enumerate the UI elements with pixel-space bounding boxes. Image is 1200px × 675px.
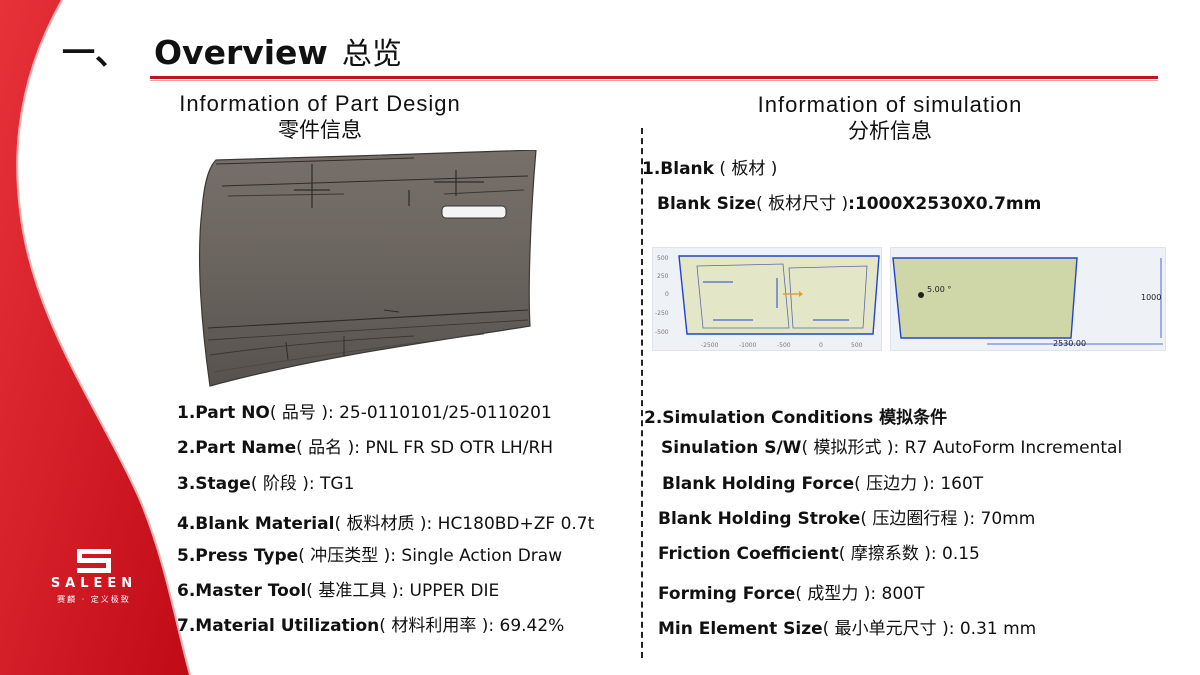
blank-layout-drawing: 500 250 0 -250 -500 -2500 -1000 -500 0 5…: [653, 248, 881, 350]
part-info-7-zh: ( 材料利用率 ):: [379, 616, 500, 636]
sim-info-2-zh: ( 压边力 ):: [854, 474, 941, 494]
title-en: Overview: [154, 33, 328, 72]
part-info-2: 2.Part Name( 品名 ): PNL FR SD OTR LH/RH: [177, 433, 553, 458]
part-design-heading-cn: 零件信息: [278, 118, 362, 142]
sim-info-6-zh: ( 最小单元尺寸 ):: [822, 619, 960, 639]
part-info-5-value: Single Action Draw: [401, 546, 563, 566]
height-label: 1000: [1141, 293, 1161, 302]
x-tick-2: -1000: [739, 342, 757, 349]
sim-info-6: Min Element Size( 最小单元尺寸 ): 0.31 mm: [658, 614, 1036, 639]
part-info-1-zh: ( 品号 ):: [269, 403, 340, 423]
blank-size-label: Blank Size: [657, 194, 757, 214]
page-title: 一、 Overview 总览: [62, 26, 402, 74]
sim-info-5: Forming Force( 成型力 ): 800T: [658, 579, 924, 604]
part-info-3: 3.Stage( 阶段 ): TG1: [177, 469, 354, 494]
sim-info-2-label: Blank Holding Force: [662, 474, 855, 494]
part-info-6-zh: ( 基准工具 ):: [306, 581, 410, 601]
part-info-4-value: HC180BD+ZF 0.7t: [437, 514, 595, 534]
sim-info-2-value: 160T: [940, 474, 984, 494]
sim-info-1-value: R7 AutoForm Incremental: [904, 438, 1123, 458]
part-info-7-value: 69.42%: [499, 616, 565, 636]
saleen-logo-icon: [77, 549, 111, 573]
blank-size-zh: ( 板材尺寸 ): [756, 194, 849, 214]
part-info-2-label: 2.Part Name: [177, 438, 297, 458]
part-info-3-zh: ( 阶段 ):: [250, 474, 321, 494]
simulation-heading-cn: 分析信息: [848, 119, 932, 143]
sim-info-6-label: Min Element Size: [658, 619, 823, 639]
blank-size: Blank Size( 板材尺寸 ):1000X2530X0.7mm: [657, 189, 1041, 214]
part-info-6-label: 6.Master Tool: [177, 581, 307, 601]
title-cn: 总览: [341, 37, 402, 72]
blank-dimension-drawing: 5.00 ° 1000 2530.00: [891, 248, 1165, 350]
part-info-2-zh: ( 品名 ):: [296, 438, 366, 458]
part-design-heading-en: Information of Part Design: [179, 91, 461, 116]
part-info-6-value: UPPER DIE: [409, 581, 500, 601]
y-tick-1: 500: [657, 255, 669, 262]
part-design-heading: Information of Part Design 零件信息: [160, 90, 480, 144]
part-info-1-label: 1.Part NO: [177, 403, 270, 423]
column-divider: [641, 128, 643, 658]
sim-conditions-title-text: 2.Simulation Conditions 模拟条件: [644, 408, 948, 428]
part-info-4-label: 4.Blank Material: [177, 514, 335, 534]
simulation-heading: Information of simulation 分析信息: [720, 91, 1060, 145]
sim-info-1-label: Sinulation S/W: [661, 438, 802, 458]
sim-info-4-label: Friction Coefficient: [658, 544, 839, 564]
part-info-5-zh: ( 冲压类型 ):: [298, 546, 402, 566]
title-rule: [150, 76, 1158, 79]
sim-conditions-title: 2.Simulation Conditions 模拟条件: [644, 403, 947, 428]
blank-title-zh: ( 板材 ): [713, 159, 778, 179]
x-tick-3: -500: [777, 342, 791, 349]
y-tick-2: 250: [657, 273, 669, 280]
width-label: 2530.00: [1053, 339, 1086, 348]
part-info-4-zh: ( 板料材质 ):: [334, 514, 438, 534]
title-number: 一、: [62, 33, 128, 72]
sim-info-5-value: 800T: [881, 584, 925, 604]
x-tick-4: 0: [819, 342, 823, 349]
title-rule-shadow: [150, 80, 1158, 81]
part-info-3-label: 3.Stage: [177, 474, 251, 494]
blank-title-label: 1.Blank: [642, 159, 714, 179]
sim-info-5-label: Forming Force: [658, 584, 796, 604]
brand-name: SALEEN: [50, 576, 138, 591]
door-panel-render: [198, 150, 537, 387]
sim-info-6-value: 0.31 mm: [959, 619, 1037, 639]
sim-info-3-value: 70mm: [980, 509, 1036, 529]
sim-info-1: Sinulation S/W( 模拟形式 ): R7 AutoForm Incr…: [661, 433, 1122, 458]
sim-info-2: Blank Holding Force( 压边力 ): 160T: [662, 469, 983, 494]
sim-info-1-zh: ( 模拟形式 ):: [801, 438, 905, 458]
blank-layout-view: 500 250 0 -250 -500 -2500 -1000 -500 0 5…: [652, 247, 882, 351]
blank-size-value: :1000X2530X0.7mm: [848, 194, 1042, 214]
part-info-6: 6.Master Tool( 基准工具 ): UPPER DIE: [177, 576, 499, 601]
brand-tagline: 赛麟 · 定义极致: [57, 595, 131, 604]
x-tick-5: 500: [851, 342, 863, 349]
angle-label: 5.00 °: [927, 285, 951, 294]
sim-info-4: Friction Coefficient( 摩擦系数 ): 0.15: [658, 539, 980, 564]
part-info-1: 1.Part NO( 品号 ): 25-0110101/25-0110201: [177, 398, 552, 423]
part-info-7-label: 7.Material Utilization: [177, 616, 380, 636]
blank-dimension-view: 5.00 ° 1000 2530.00: [890, 247, 1166, 351]
part-info-7: 7.Material Utilization( 材料利用率 ): 69.42%: [177, 611, 564, 636]
sim-info-3-label: Blank Holding Stroke: [658, 509, 861, 529]
part-info-3-value: TG1: [320, 474, 355, 494]
part-info-5: 5.Press Type( 冲压类型 ): Single Action Draw: [177, 541, 562, 566]
x-tick-1: -2500: [701, 342, 719, 349]
part-info-2-value: PNL FR SD OTR LH/RH: [365, 438, 554, 458]
slide: 一、 Overview 总览 Information of Part Design …: [0, 0, 1200, 675]
part-info-1-value: 25-0110101/25-0110201: [339, 403, 552, 423]
part-info-5-label: 5.Press Type: [177, 546, 299, 566]
sim-info-3: Blank Holding Stroke( 压边圈行程 ): 70mm: [658, 504, 1035, 529]
sim-info-4-zh: ( 摩擦系数 ):: [838, 544, 942, 564]
simulation-heading-en: Information of simulation: [757, 92, 1023, 117]
sim-info-3-zh: ( 压边圈行程 ):: [860, 509, 981, 529]
sim-info-4-value: 0.15: [942, 544, 980, 564]
y-tick-4: -250: [655, 310, 669, 317]
y-tick-3: 0: [665, 291, 669, 298]
blank-title: 1.Blank ( 板材 ): [642, 154, 777, 179]
y-tick-5: -500: [655, 329, 669, 336]
sim-info-5-zh: ( 成型力 ):: [795, 584, 882, 604]
part-info-4: 4.Blank Material( 板料材质 ): HC180BD+ZF 0.7…: [177, 509, 594, 534]
